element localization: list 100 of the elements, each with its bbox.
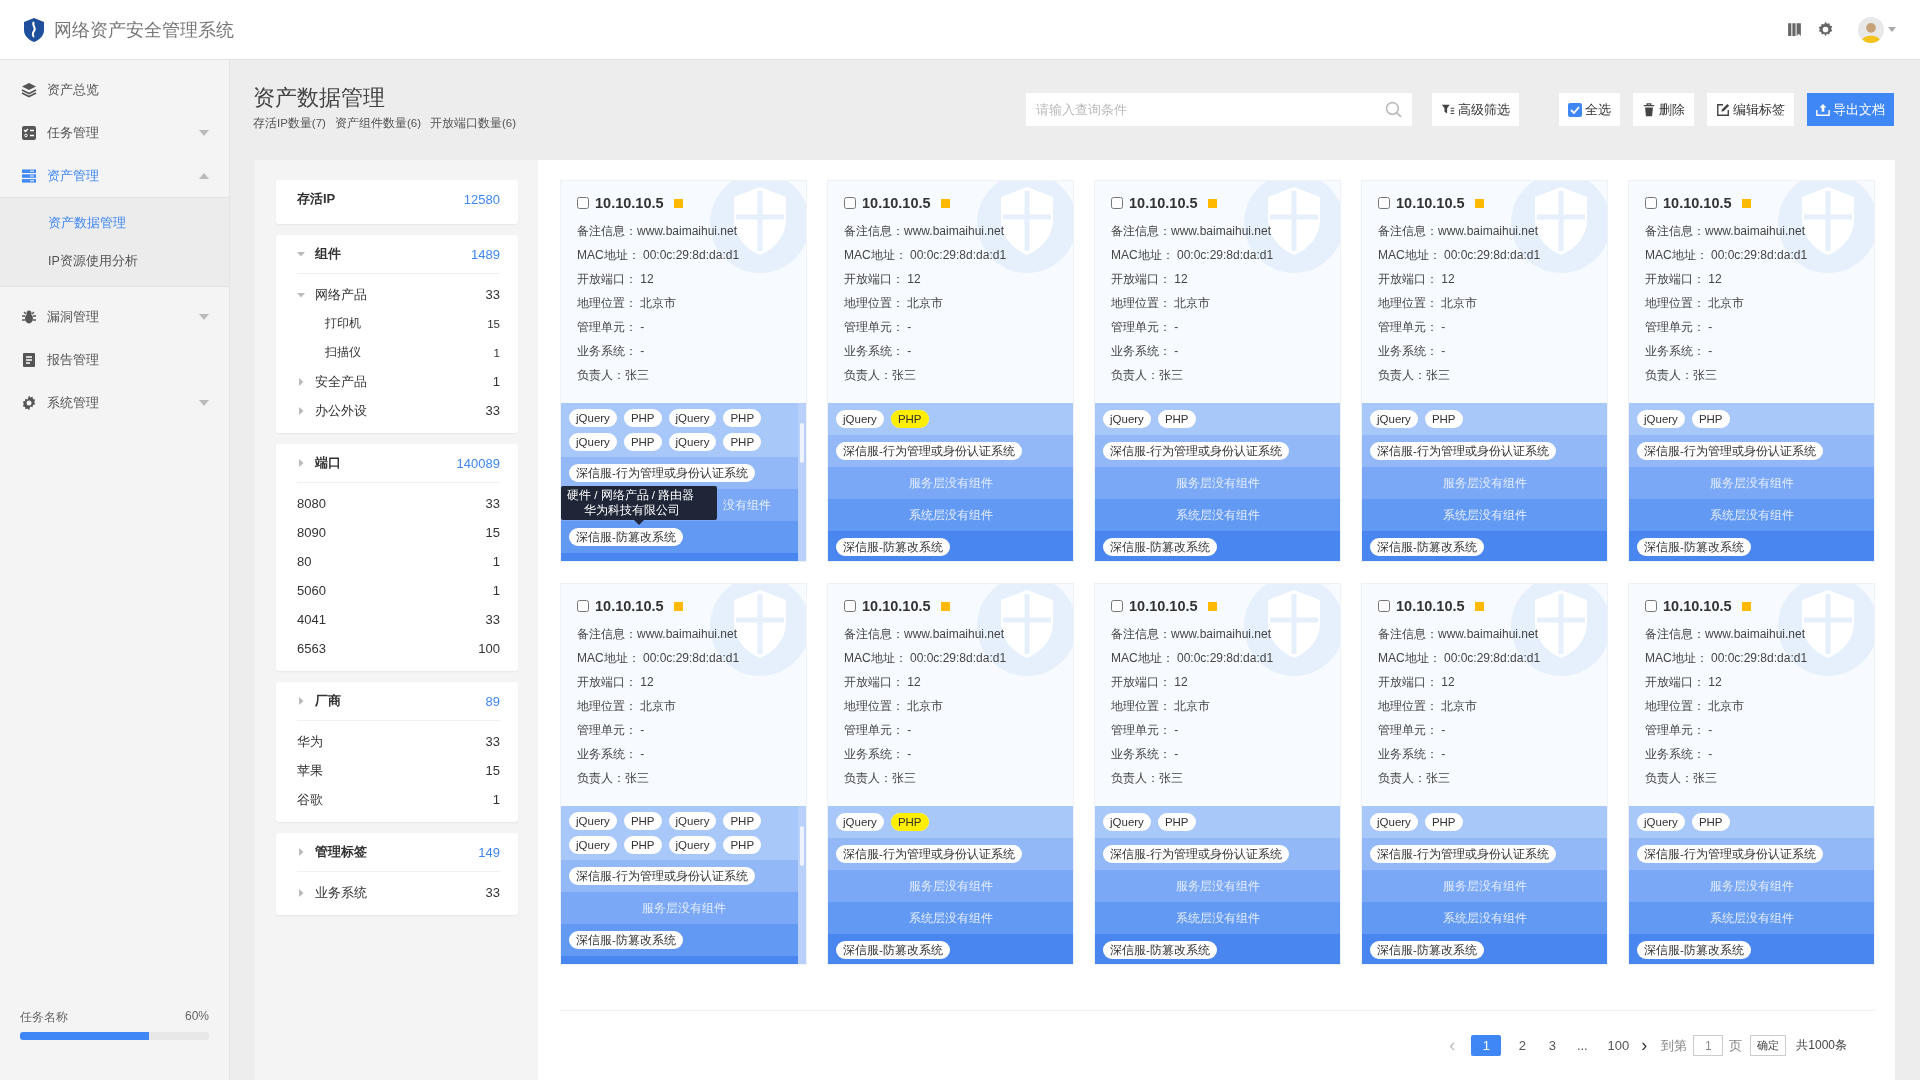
filter-row[interactable]: 80 1: [297, 547, 500, 576]
submenu-item[interactable]: IP资源使用分析: [0, 242, 229, 280]
ip-address: 10.10.10.5: [1129, 195, 1198, 211]
filter-row[interactable]: 5060 1: [297, 576, 500, 605]
gear-icon: [21, 394, 37, 411]
page-button[interactable]: 1: [1471, 1035, 1502, 1056]
checkbox[interactable]: [1645, 600, 1657, 612]
checkbox[interactable]: [1111, 197, 1123, 209]
filter-header[interactable]: 厂商 89: [297, 682, 500, 720]
tag: 深信服-防篡改系统: [1370, 538, 1484, 556]
scrollbar[interactable]: [798, 403, 806, 561]
tag: PHP: [1424, 813, 1463, 831]
filter-row[interactable]: 打印机 15: [297, 309, 500, 338]
filter-row[interactable]: 苹果 15: [297, 756, 500, 785]
filter-row[interactable]: 网络产品 33: [297, 280, 500, 309]
ip-address: 10.10.10.5: [1663, 195, 1732, 211]
tag: 深信服-防篡改系统: [1637, 538, 1751, 556]
info-line: 管理单元： -: [1111, 722, 1180, 739]
user-menu[interactable]: [1858, 16, 1896, 43]
book-icon[interactable]: [1786, 21, 1803, 38]
tag: 深信服-行为管理或身份认证系统: [836, 442, 1022, 460]
filter-row[interactable]: 8080 33: [297, 489, 500, 518]
toolbar-button[interactable]: 编辑标签: [1707, 93, 1794, 126]
checkbox[interactable]: [1378, 197, 1390, 209]
nav-item[interactable]: 报告管理: [0, 338, 229, 381]
info-line: MAC地址： 00:0c:29:8d:da:d1: [1378, 650, 1542, 667]
page-button[interactable]: 100: [1603, 1035, 1634, 1056]
edit-icon: [1716, 102, 1730, 117]
confirm-button[interactable]: 确定: [1750, 1035, 1787, 1056]
info-line: 负责人：张三: [577, 770, 650, 787]
info-line: 地理位置： 北京市: [577, 698, 678, 715]
filter-row[interactable]: 6563 100: [297, 634, 500, 663]
info-line: 负责人：张三: [1378, 770, 1451, 787]
filter-row[interactable]: 业务系统 33: [297, 878, 500, 907]
checkbox[interactable]: [1111, 600, 1123, 612]
stat-text: 存活IP数量(7): [253, 116, 326, 131]
caret-icon: [1888, 27, 1896, 32]
nav-item[interactable]: 系统管理: [0, 381, 229, 424]
stat-text: 开放端口数量(6): [430, 116, 517, 131]
empty-note: 服务层没有组件: [1442, 475, 1527, 491]
empty-note: 系统层没有组件: [1442, 507, 1527, 523]
toolbar-button[interactable]: 导出文档: [1807, 93, 1894, 126]
filter-header[interactable]: 管理标签 149: [297, 833, 500, 871]
settings-icon[interactable]: [1817, 21, 1834, 38]
checkbox[interactable]: [844, 600, 856, 612]
tag: 深信服-行为管理或身份认证系统: [569, 464, 755, 482]
filter-row[interactable]: 安全产品 1: [297, 367, 500, 396]
toolbar-button[interactable]: 删除: [1633, 93, 1694, 126]
scrollbar[interactable]: [798, 806, 806, 964]
tag: PHP: [623, 433, 662, 451]
tag: PHP: [1157, 410, 1196, 428]
tag: jQuery: [1637, 813, 1685, 831]
checkbox[interactable]: [844, 197, 856, 209]
info-line: MAC地址： 00:0c:29:8d:da:d1: [577, 247, 741, 264]
info-line: 负责人：张三: [844, 367, 917, 384]
checkbox[interactable]: [1378, 600, 1390, 612]
ip-address: 10.10.10.5: [595, 195, 664, 211]
filter-header[interactable]: 端口 140089: [297, 444, 500, 482]
nav-item[interactable]: 任务管理: [0, 111, 229, 154]
toolbar-button[interactable]: 高级筛选: [1432, 93, 1519, 126]
ip-address: 10.10.10.5: [595, 598, 664, 614]
scrollbar-thumb[interactable]: [800, 826, 804, 866]
avatar-icon: [1858, 16, 1884, 43]
search-field[interactable]: 请输入查询条件: [1026, 93, 1412, 126]
checkbox[interactable]: [577, 197, 589, 209]
select-all-checkbox[interactable]: 全选: [1559, 93, 1620, 126]
filter-row[interactable]: 华为 33: [297, 727, 500, 756]
filter-icon: [1441, 102, 1455, 117]
layers-icon: [21, 81, 37, 98]
empty-note: 系统层没有组件: [1175, 507, 1260, 523]
caret-icon: [199, 399, 209, 406]
filter-header[interactable]: 组件 1489: [297, 235, 500, 273]
filter-row[interactable]: 4041 33: [297, 605, 500, 634]
page-button[interactable]: 3: [1537, 1035, 1568, 1056]
ip-address: 10.10.10.5: [862, 195, 931, 211]
empty-note: 系统层没有组件: [908, 910, 993, 926]
tag: jQuery: [1103, 813, 1151, 831]
info-line: 备注信息：www.baimaihui.net: [1645, 626, 1807, 643]
next-page-button[interactable]: ›: [1641, 1035, 1648, 1056]
page-button[interactable]: 2: [1507, 1035, 1538, 1056]
info-line: MAC地址： 00:0c:29:8d:da:d1: [844, 650, 1008, 667]
info-line: 负责人：张三: [1645, 367, 1718, 384]
checkbox[interactable]: [1645, 197, 1657, 209]
tag: jQuery: [836, 813, 884, 831]
filter-row[interactable]: 扫描仪 1: [297, 338, 500, 367]
filter-header[interactable]: 存活IP 12580: [297, 180, 500, 218]
info-line: 管理单元： -: [844, 319, 913, 336]
info-line: 地理位置： 北京市: [844, 698, 945, 715]
nav-item[interactable]: 资产总览: [0, 68, 229, 111]
filter-row[interactable]: 谷歌 1: [297, 785, 500, 814]
filter-row[interactable]: 8090 15: [297, 518, 500, 547]
app-title: 网络资产安全管理系统: [54, 18, 234, 42]
filter-row[interactable]: 办公外设 33: [297, 396, 500, 425]
checkbox[interactable]: [577, 600, 589, 612]
nav-item[interactable]: 漏洞管理: [0, 295, 229, 338]
info-line: 负责人：张三: [1111, 770, 1184, 787]
empty-note: 服务层没有组件: [1709, 475, 1794, 491]
info-line: 业务系统： -: [1111, 343, 1180, 360]
page-input[interactable]: 1: [1693, 1035, 1724, 1056]
scrollbar-thumb[interactable]: [800, 423, 804, 463]
